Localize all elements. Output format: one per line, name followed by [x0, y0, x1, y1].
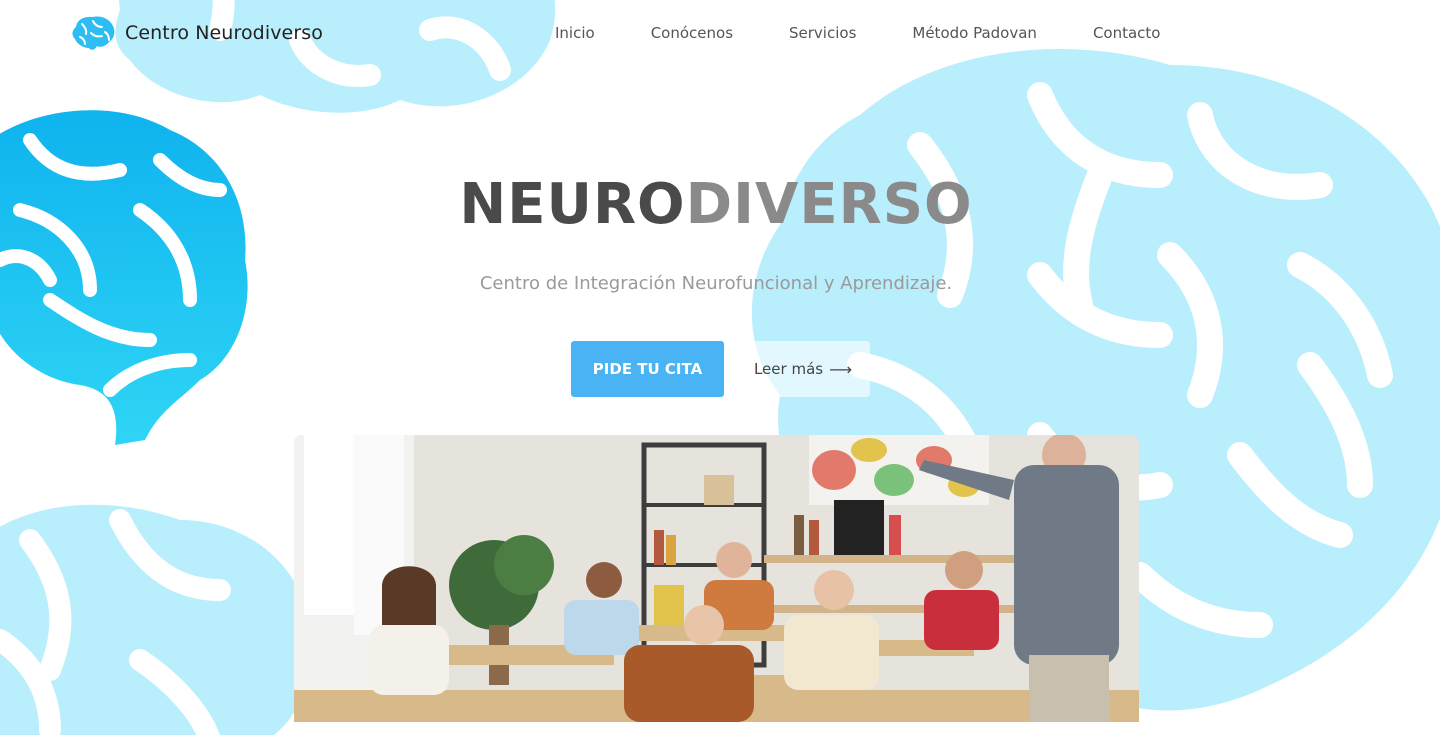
- read-more-label: Leer más: [753, 360, 824, 378]
- main-nav: Inicio Conócenos Servicios Método Padova…: [555, 24, 1160, 42]
- background-brain-bottom-left: [0, 480, 320, 735]
- nav-item-inicio[interactable]: Inicio: [555, 24, 595, 42]
- hero-subtitle: Centro de Integración Neurofuncional y A…: [479, 273, 953, 294]
- hero-title-part2: DIVERSO: [685, 172, 973, 237]
- book-appointment-button[interactable]: PIDE TU CITA: [571, 341, 724, 397]
- nav-item-conocenos[interactable]: Conócenos: [651, 24, 733, 42]
- hero-title: NEURODIVERSO: [0, 172, 1432, 237]
- brain-icon: [72, 16, 115, 50]
- nav-item-servicios[interactable]: Servicios: [789, 24, 856, 42]
- arrow-right-icon: ⟶: [829, 359, 853, 379]
- page: Centro Neurodiverso Inicio Conócenos Ser…: [0, 0, 1440, 735]
- site-name: Centro Neurodiverso: [125, 22, 323, 44]
- site-header: Centro Neurodiverso Inicio Conócenos Ser…: [0, 0, 1440, 70]
- read-more-link[interactable]: Leer más ⟶: [736, 341, 870, 397]
- site-logo[interactable]: Centro Neurodiverso: [71, 15, 323, 51]
- nav-item-metodo-padovan[interactable]: Método Padovan: [912, 24, 1037, 42]
- classroom-photo: [294, 435, 1139, 722]
- hero-title-part1: NEURO: [459, 172, 686, 237]
- nav-item-contacto[interactable]: Contacto: [1093, 24, 1161, 42]
